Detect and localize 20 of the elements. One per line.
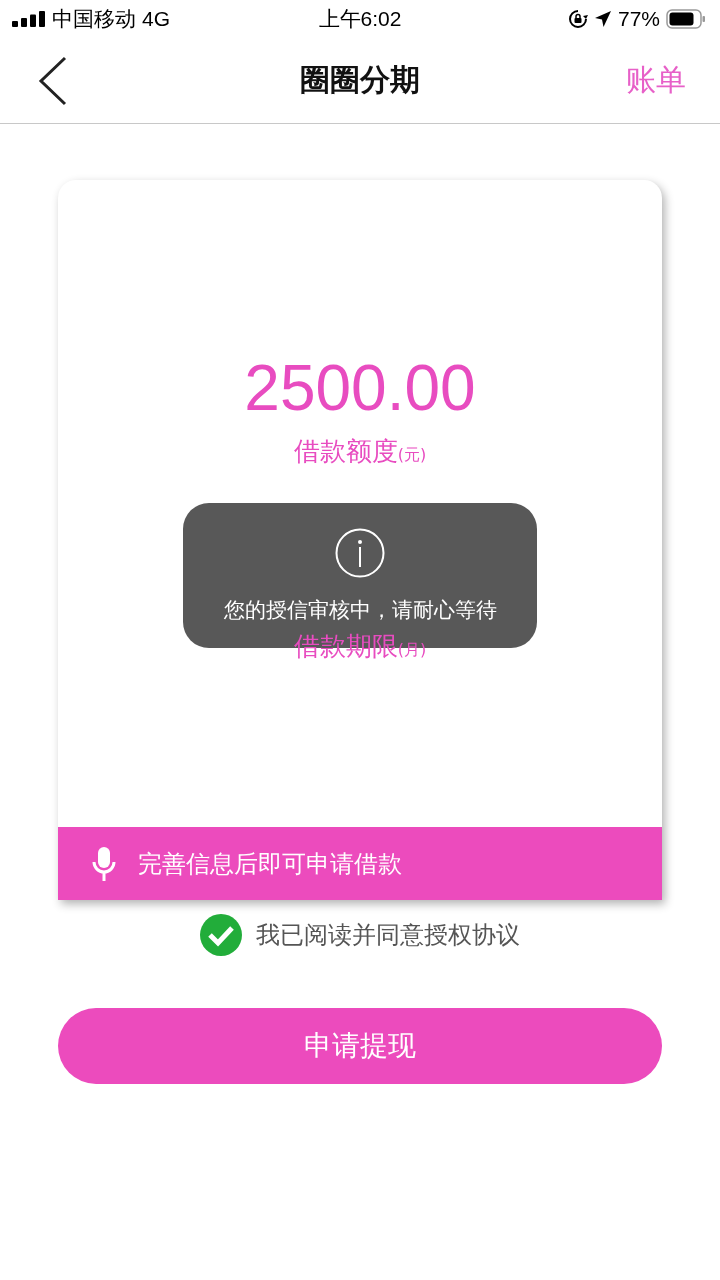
amount-label: 借款额度(元): [293, 435, 427, 468]
check-icon[interactable]: [200, 914, 242, 956]
carrier-name: 中国移动: [52, 6, 136, 32]
back-button[interactable]: [38, 54, 68, 107]
notice-text: 完善信息后即可申请借款: [138, 848, 402, 880]
network-type: 4G: [142, 7, 170, 31]
microphone-icon: [92, 846, 116, 881]
location-arrow-icon: [593, 10, 612, 28]
info-icon: [335, 527, 385, 578]
bill-link[interactable]: 账单: [626, 60, 686, 101]
status-time: 上午6:02: [318, 6, 402, 32]
withdraw-button[interactable]: 申请提现: [58, 1008, 662, 1084]
rotation-lock-icon: [567, 9, 588, 29]
battery-percent: 77%: [617, 7, 660, 31]
signal-icon: [12, 11, 46, 27]
agreement-text: 我已阅读并同意授权协议: [256, 920, 520, 951]
battery-icon: [666, 9, 706, 29]
page-title: 圈圈分期: [300, 61, 420, 99]
toast-message: 您的授信审核中，请耐心等待: [223, 596, 497, 624]
loan-amount: 2500.00: [244, 351, 476, 426]
